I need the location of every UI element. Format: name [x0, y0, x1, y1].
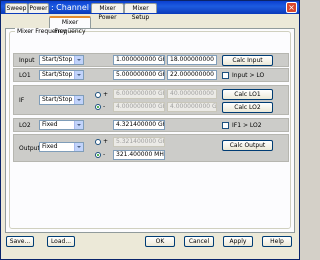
calc-output-button[interactable]: Calc Output — [222, 140, 273, 151]
select-value: Start/Stop — [42, 71, 73, 78]
input-mode-select[interactable]: Start/Stop — [39, 55, 84, 65]
output-plus-label: + — [103, 138, 109, 145]
chevron-down-icon[interactable] — [74, 121, 83, 129]
select-value: Start/Stop — [42, 96, 73, 103]
tab-mixer-frequency[interactable]: Mixer Frequency — [49, 16, 91, 35]
if-mode-select[interactable]: Start/Stop — [39, 95, 84, 105]
output-value1-field[interactable]: 5.321400000 GHz — [113, 137, 165, 147]
lo1-mode-select[interactable]: Start/Stop — [39, 70, 84, 80]
tab-label: Mixer Setup — [131, 5, 150, 21]
lo1-stop-field[interactable]: 22.000000000 GHz — [167, 70, 217, 80]
if-plus-label: + — [103, 91, 109, 98]
input-start-field[interactable]: 1.000000000 GHz — [113, 55, 165, 65]
chevron-down-icon[interactable] — [74, 56, 83, 64]
if-start-field[interactable]: 6.000000000 GHz — [113, 89, 165, 99]
lo2-value-field[interactable]: 4.321400000 GHz — [113, 120, 165, 130]
select-value: Fixed — [42, 143, 58, 150]
input-stop-field[interactable]: 18.000000000 GHz — [167, 55, 217, 65]
output-label: Output — [19, 145, 40, 152]
tab-mixer-setup[interactable]: Mixer Setup — [124, 3, 157, 21]
if-plus-radio[interactable] — [95, 92, 101, 98]
tab-mixer-power[interactable]: Mixer Power — [91, 3, 124, 21]
if-start2-field[interactable]: 4.000000000 GHz — [113, 102, 165, 112]
close-button[interactable]: × — [286, 2, 297, 13]
if1-gt-lo2-checkbox[interactable] — [222, 122, 229, 129]
tab-label: Mixer Power — [98, 5, 117, 21]
output-value2-field[interactable]: 321.400000 MHz — [113, 150, 165, 160]
output-minus-radio[interactable] — [95, 152, 101, 158]
save-button[interactable]: Save... — [6, 236, 34, 247]
cancel-button[interactable]: Cancel — [184, 236, 214, 247]
chevron-down-icon[interactable] — [74, 71, 83, 79]
calc-lo2-button[interactable]: Calc LO2 — [222, 102, 273, 113]
calc-input-button[interactable]: Calc Input — [222, 55, 273, 66]
input-gt-lo-label: Input > LO — [232, 72, 265, 79]
if1-gt-lo2-label: IF1 > LO2 — [232, 122, 262, 129]
output-minus-label: - — [103, 151, 106, 158]
apply-button[interactable]: Apply — [223, 236, 253, 247]
lo2-mode-select[interactable]: Fixed — [39, 120, 84, 130]
select-value: Fixed — [42, 121, 58, 128]
smc-setup-window: SMC Setup : Channel 1 × Sweep Power Mixe… — [0, 0, 300, 260]
if-minus-label: - — [103, 103, 106, 110]
lo2-label: LO2 — [19, 122, 31, 129]
select-value: Start/Stop — [42, 56, 73, 63]
tab-label: Power — [29, 5, 48, 12]
lo1-start-field[interactable]: 5.000000000 GHz — [113, 70, 165, 80]
tab-sweep[interactable]: Sweep — [5, 3, 28, 13]
load-button[interactable]: Load... — [47, 236, 75, 247]
close-icon: × — [288, 3, 295, 12]
chevron-down-icon[interactable] — [74, 96, 83, 104]
chevron-down-icon[interactable] — [74, 143, 83, 151]
if-label: IF — [19, 97, 25, 104]
ok-button[interactable]: OK — [145, 236, 175, 247]
lo1-label: LO1 — [19, 72, 31, 79]
help-button[interactable]: Help — [262, 236, 292, 247]
if-minus-radio[interactable] — [95, 104, 101, 110]
tab-label: Mixer Frequency — [54, 19, 86, 35]
tab-power[interactable]: Power — [28, 3, 49, 13]
if-stop-field[interactable]: 40.000000000 GHz — [167, 89, 217, 99]
output-plus-radio[interactable] — [95, 139, 101, 145]
calc-lo1-button[interactable]: Calc LO1 — [222, 89, 273, 100]
tab-label: Sweep — [6, 5, 27, 12]
output-mode-select[interactable]: Fixed — [39, 142, 84, 152]
input-gt-lo-checkbox[interactable] — [222, 72, 229, 79]
if-stop2-field[interactable]: 4.000000000 GHz — [167, 102, 217, 112]
input-label: Input — [19, 57, 35, 64]
